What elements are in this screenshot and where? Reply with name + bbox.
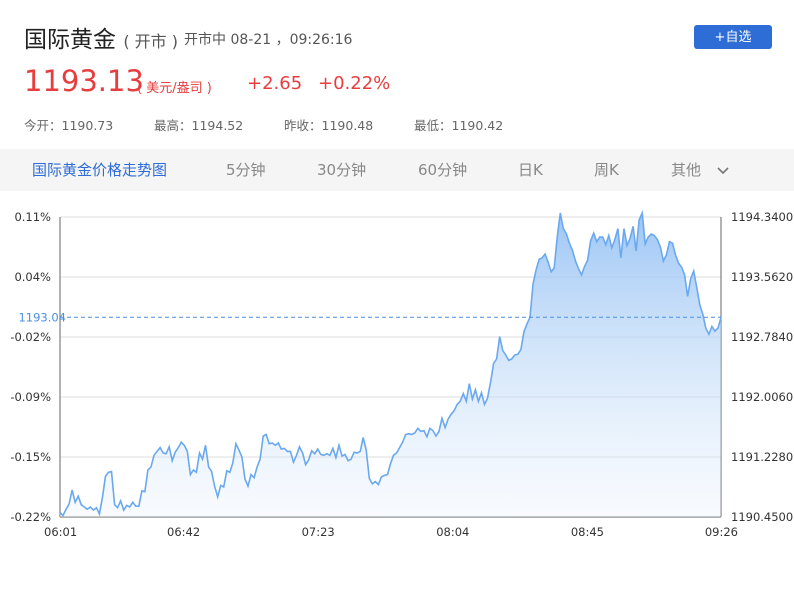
instrument-title: 国际黄金 ( 开市 ) <box>24 20 178 54</box>
tab-daily-k[interactable]: 日K <box>518 149 543 191</box>
stat-open-label: 今开： <box>24 118 62 133</box>
tab-30min[interactable]: 30分钟 <box>317 149 366 191</box>
tab-price-trend[interactable]: 国际黄金价格走势图 <box>32 149 167 191</box>
x-tick-label: 09:26 <box>705 525 738 539</box>
price-trend-chart: 1193.04 0.11% 0.04% -0.02% -0.09% -0.15% -0.2… <box>10 209 793 539</box>
x-tick-label: 08:04 <box>436 525 469 539</box>
instrument-name: 国际黄金 <box>24 27 116 53</box>
stat-low-value: 1190.42 <box>451 118 504 133</box>
x-tick-label: 06:42 <box>167 525 200 539</box>
stat-high: 最高：1194.52 <box>154 115 243 134</box>
y-right-tick-label: 1193.5620 <box>731 270 793 284</box>
stat-low: 最低：1190.42 <box>414 115 503 134</box>
price-change-percent: +0.22% <box>318 73 391 94</box>
tab-other[interactable]: 其他 <box>671 149 701 191</box>
x-tick-label: 07:23 <box>302 525 335 539</box>
y-right-tick-label: 1192.7840 <box>731 330 793 344</box>
tab-60min[interactable]: 60分钟 <box>418 149 467 191</box>
stat-prev-close-value: 1190.48 <box>321 118 374 133</box>
stat-open-value: 1190.73 <box>61 118 114 133</box>
stat-open: 今开：1190.73 <box>24 115 113 134</box>
tab-weekly-k[interactable]: 周K <box>594 149 619 191</box>
y-left-tick-label: -0.22% <box>10 510 51 524</box>
y-left-tick-label: -0.15% <box>10 450 51 464</box>
y-left-tick-label: 0.04% <box>14 270 51 284</box>
stat-high-label: 最高： <box>154 118 192 133</box>
price-change: +2.65 <box>247 73 303 94</box>
chart-tabs: 国际黄金价格走势图 5分钟 30分钟 60分钟 日K 周K 其他 <box>0 149 794 191</box>
y-right-tick-label: 1190.4500 <box>731 510 793 524</box>
current-price: 1193.13 <box>24 64 144 98</box>
chevron-down-icon[interactable] <box>716 163 730 177</box>
price-unit: ( 美元/盎司 ) <box>137 81 212 96</box>
tab-5min[interactable]: 5分钟 <box>226 149 266 191</box>
y-right-tick-label: 1192.0060 <box>731 390 793 404</box>
quote-header: 国际黄金 ( 开市 ) 开市中 08-21 ，09:26:16 +自选 1193… <box>0 0 794 146</box>
add-watchlist-button[interactable]: +自选 <box>694 25 772 49</box>
y-left-tick-label: -0.02% <box>10 330 51 344</box>
current-price-label: 1193.04 <box>18 310 66 324</box>
x-tick-label: 06:01 <box>44 525 77 539</box>
y-right-tick-label: 1194.3400 <box>731 210 793 224</box>
x-tick-label: 08:45 <box>571 525 604 539</box>
price-area-fill <box>60 213 721 517</box>
y-right-tick-label: 1191.2280 <box>731 450 793 464</box>
market-status-text: 开市中 08-21 ，09:26:16 <box>184 32 353 48</box>
y-left-tick-label: -0.09% <box>10 390 51 404</box>
market-open-tag: ( 开市 ) <box>123 32 178 51</box>
y-left-tick-label: 0.11% <box>14 210 51 224</box>
stat-high-value: 1194.52 <box>191 118 244 133</box>
stat-prev-close: 昨收：1190.48 <box>284 115 373 134</box>
stat-prev-close-label: 昨收： <box>284 118 322 133</box>
stat-low-label: 最低： <box>414 118 452 133</box>
